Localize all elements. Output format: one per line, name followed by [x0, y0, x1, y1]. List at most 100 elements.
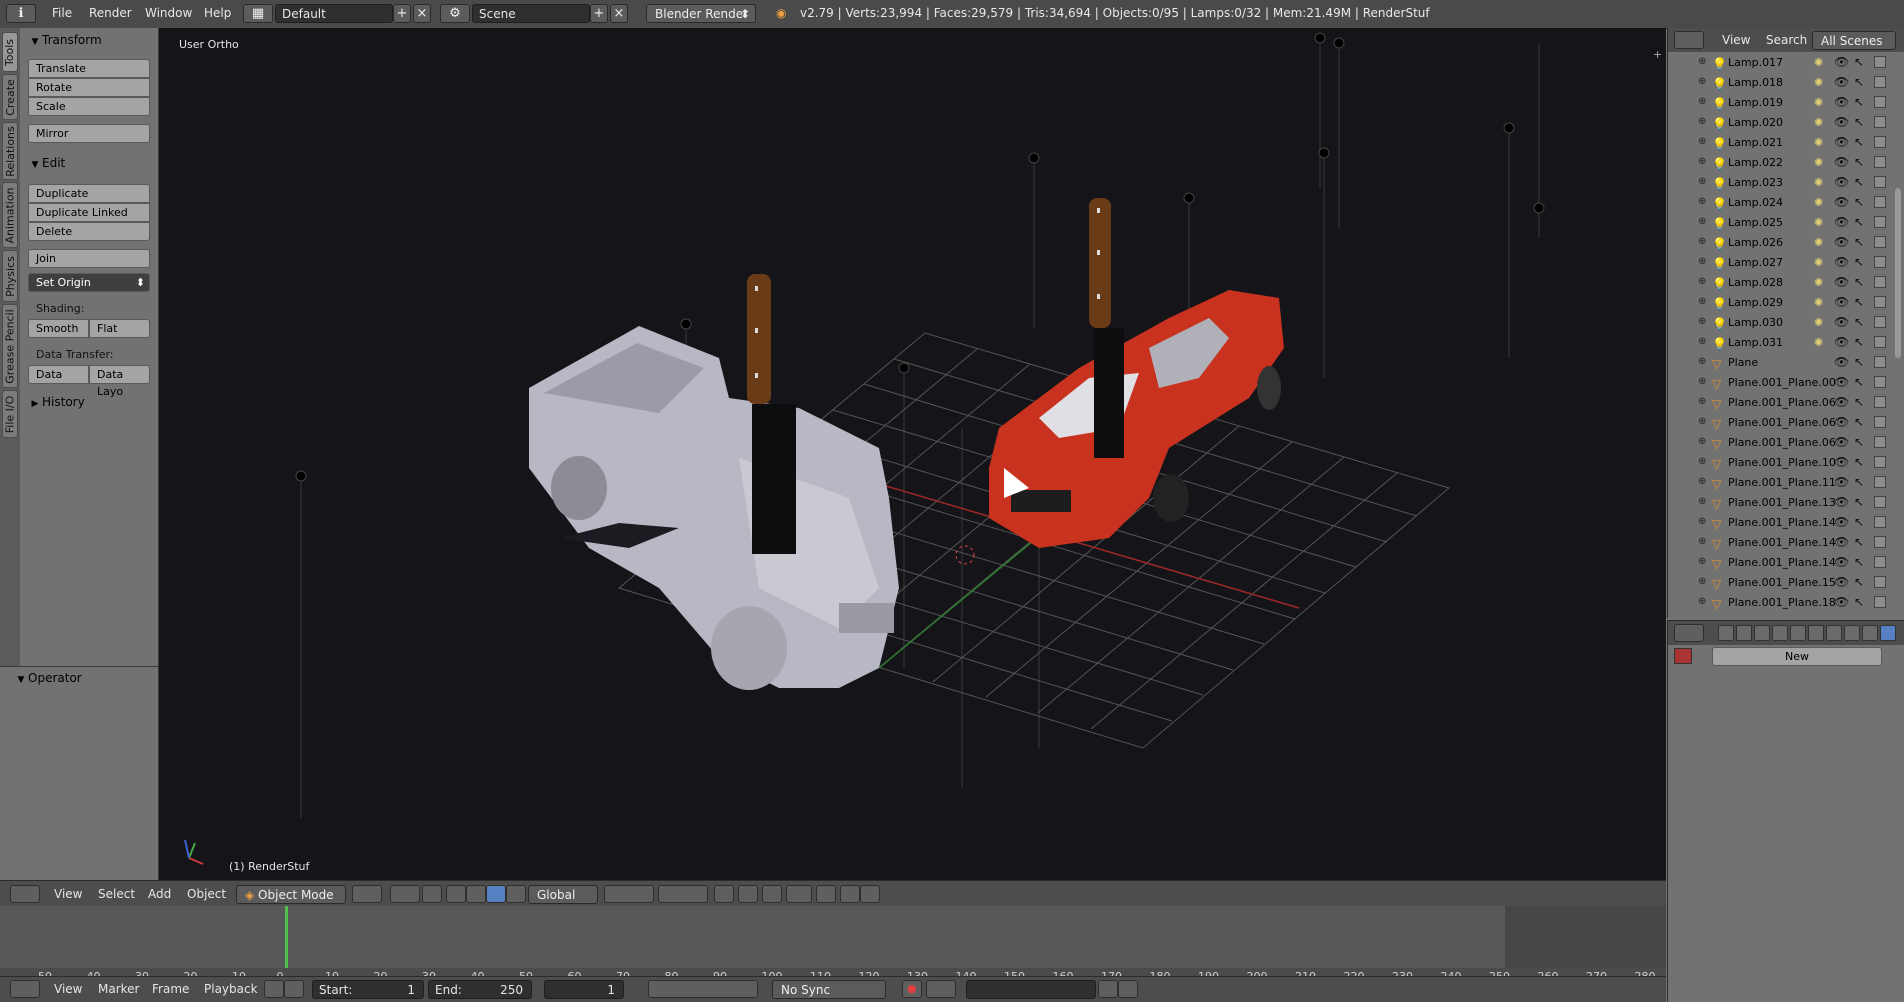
new-texture-button[interactable]: New: [1712, 647, 1882, 666]
outliner-row[interactable]: ⊕ ▽ Plane.001_Plane.06 👁 ↖: [1668, 413, 1893, 433]
render-camera-icon[interactable]: [1874, 376, 1886, 388]
object-tab-icon[interactable]: [1790, 625, 1806, 641]
expand-dot-icon[interactable]: ⊕: [1698, 256, 1706, 267]
outliner-item-name[interactable]: Plane.001_Plane.06: [1728, 396, 1836, 409]
outliner-row[interactable]: ⊕ ▽ Plane.001_Plane.10 👁 ↖: [1668, 453, 1893, 473]
visibility-eye-icon[interactable]: 👁: [1834, 575, 1849, 589]
screen-layout-icon[interactable]: ▦: [243, 4, 273, 23]
render-camera-icon[interactable]: [1874, 156, 1886, 168]
selectable-arrow-icon[interactable]: ↖: [1854, 175, 1864, 189]
data-tab-icon[interactable]: [1844, 625, 1860, 641]
visibility-eye-icon[interactable]: 👁: [1834, 555, 1849, 569]
expand-dot-icon[interactable]: ⊕: [1698, 96, 1706, 107]
selectable-arrow-icon[interactable]: ↖: [1854, 135, 1864, 149]
scene-tab-icon[interactable]: [1754, 625, 1770, 641]
menu-playback[interactable]: Playback: [204, 982, 258, 996]
render-camera-icon[interactable]: [1874, 116, 1886, 128]
expand-dot-icon[interactable]: ⊕: [1698, 76, 1706, 87]
outliner-row[interactable]: ⊕ 💡 Lamp.017 ✺ 👁 ↖: [1668, 53, 1893, 73]
outliner-row[interactable]: ⊕ 💡 Lamp.027 ✺ 👁 ↖: [1668, 253, 1893, 273]
visibility-eye-icon[interactable]: 👁: [1834, 95, 1849, 109]
outliner-item-name[interactable]: Lamp.019: [1728, 96, 1783, 109]
set-origin-dropdown[interactable]: Set Origin ⬍: [28, 273, 150, 292]
texture-tab-icon[interactable]: [1880, 625, 1896, 641]
tab-create[interactable]: Create: [2, 74, 18, 120]
sync-dropdown[interactable]: No Sync: [772, 980, 886, 999]
render-camera-icon[interactable]: [1874, 516, 1886, 528]
keying-set-icon[interactable]: [926, 980, 956, 998]
expand-dot-icon[interactable]: ⊕: [1698, 396, 1706, 407]
camera-render-icon[interactable]: [860, 885, 880, 903]
manipulator-icon[interactable]: [446, 885, 466, 903]
visibility-eye-icon[interactable]: 👁: [1834, 335, 1849, 349]
render-camera-icon[interactable]: [1874, 76, 1886, 88]
knife-model-2[interactable]: [1089, 198, 1124, 458]
tab-grease-pencil[interactable]: Grease Pencil: [2, 304, 18, 388]
expand-dot-icon[interactable]: ⊕: [1698, 536, 1706, 547]
expand-dot-icon[interactable]: ⊕: [1698, 356, 1706, 367]
expand-dot-icon[interactable]: ⊕: [1698, 316, 1706, 327]
selectable-arrow-icon[interactable]: ↖: [1854, 355, 1864, 369]
lamp-data-icon[interactable]: ✺: [1814, 136, 1823, 149]
rotate-manipulator-icon[interactable]: [486, 885, 506, 903]
data-layout-button[interactable]: Data Layo: [89, 365, 150, 398]
scale-button[interactable]: Scale: [28, 97, 150, 116]
timeline-area[interactable]: -50-40-30-20-100102030405060708090100110…: [0, 906, 1666, 983]
outliner-item-name[interactable]: Plane.001_Plane.10: [1728, 456, 1836, 469]
menu-view[interactable]: View: [1722, 33, 1750, 47]
render-camera-icon[interactable]: [1874, 276, 1886, 288]
outliner-item-name[interactable]: Plane.001_Plane.14: [1728, 516, 1836, 529]
visibility-eye-icon[interactable]: 👁: [1834, 215, 1849, 229]
render-layers-tab-icon[interactable]: [1736, 625, 1752, 641]
preview-range-icon[interactable]: [264, 980, 284, 998]
outliner-item-name[interactable]: Lamp.021: [1728, 136, 1783, 149]
orientation-dropdown[interactable]: Global: [528, 885, 598, 904]
occlude-geometry-icon[interactable]: [422, 885, 442, 903]
render-camera-icon[interactable]: [1874, 316, 1886, 328]
layers-grid-2[interactable]: [658, 885, 708, 903]
outliner-row[interactable]: ⊕ ▽ Plane.001_Plane.00 👁 ↖: [1668, 373, 1893, 393]
lamp-data-icon[interactable]: ✺: [1814, 76, 1823, 89]
outliner-item-name[interactable]: Plane.001_Plane.13: [1728, 496, 1836, 509]
selectable-arrow-icon[interactable]: ↖: [1854, 75, 1864, 89]
flat-button[interactable]: Flat: [89, 319, 150, 338]
world-tab-icon[interactable]: [1772, 625, 1788, 641]
selectable-arrow-icon[interactable]: ↖: [1854, 315, 1864, 329]
lamp-data-icon[interactable]: ✺: [1814, 276, 1823, 289]
render-camera-icon[interactable]: [1874, 576, 1886, 588]
record-icon[interactable]: ●: [902, 980, 922, 998]
outliner-row[interactable]: ⊕ ▽ Plane.001_Plane.14 👁 ↖: [1668, 533, 1893, 553]
expand-dot-icon[interactable]: ⊕: [1698, 176, 1706, 187]
texture-checker-icon[interactable]: [1674, 648, 1692, 664]
visibility-eye-icon[interactable]: 👁: [1834, 535, 1849, 549]
outliner-row[interactable]: ⊕ ▽ Plane.001_Plane.06 👁 ↖: [1668, 433, 1893, 453]
edit-panel-header[interactable]: ▼ Edit: [20, 153, 158, 173]
tab-tools[interactable]: Tools: [2, 32, 18, 72]
lamp-data-icon[interactable]: ✺: [1814, 196, 1823, 209]
expand-dot-icon[interactable]: ⊕: [1698, 376, 1706, 387]
outliner-item-name[interactable]: Lamp.028: [1728, 276, 1783, 289]
outliner-row[interactable]: ⊕ 💡 Lamp.023 ✺ 👁 ↖: [1668, 173, 1893, 193]
outliner-item-name[interactable]: Plane.001_Plane.15: [1728, 576, 1836, 589]
expand-dot-icon[interactable]: ⊕: [1698, 56, 1706, 67]
outliner-item-name[interactable]: Plane: [1728, 356, 1758, 369]
render-camera-icon[interactable]: [1874, 556, 1886, 568]
visibility-eye-icon[interactable]: 👁: [1834, 475, 1849, 489]
render-camera-icon[interactable]: [1874, 536, 1886, 548]
outliner-row[interactable]: ⊕ 💡 Lamp.019 ✺ 👁 ↖: [1668, 93, 1893, 113]
knife-model-1[interactable]: [747, 274, 796, 554]
selectable-arrow-icon[interactable]: ↖: [1854, 275, 1864, 289]
outliner-item-name[interactable]: Plane.001_Plane.14: [1728, 556, 1836, 569]
expand-dot-icon[interactable]: ⊕: [1698, 576, 1706, 587]
3d-viewport[interactable]: User Ortho + (1) RenderStuf: [159, 28, 1666, 880]
render-camera-icon[interactable]: [1874, 436, 1886, 448]
outliner-row[interactable]: ⊕ 💡 Lamp.021 ✺ 👁 ↖: [1668, 133, 1893, 153]
outliner-item-name[interactable]: Plane.001_Plane.11: [1728, 476, 1836, 489]
menu-marker[interactable]: Marker: [98, 982, 139, 996]
expand-dot-icon[interactable]: ⊕: [1698, 556, 1706, 567]
translate-button[interactable]: Translate: [28, 59, 150, 78]
expand-dot-icon[interactable]: ⊕: [1698, 296, 1706, 307]
render-camera-icon[interactable]: [1874, 396, 1886, 408]
lamp-data-icon[interactable]: ✺: [1814, 296, 1823, 309]
selectable-arrow-icon[interactable]: ↖: [1854, 535, 1864, 549]
